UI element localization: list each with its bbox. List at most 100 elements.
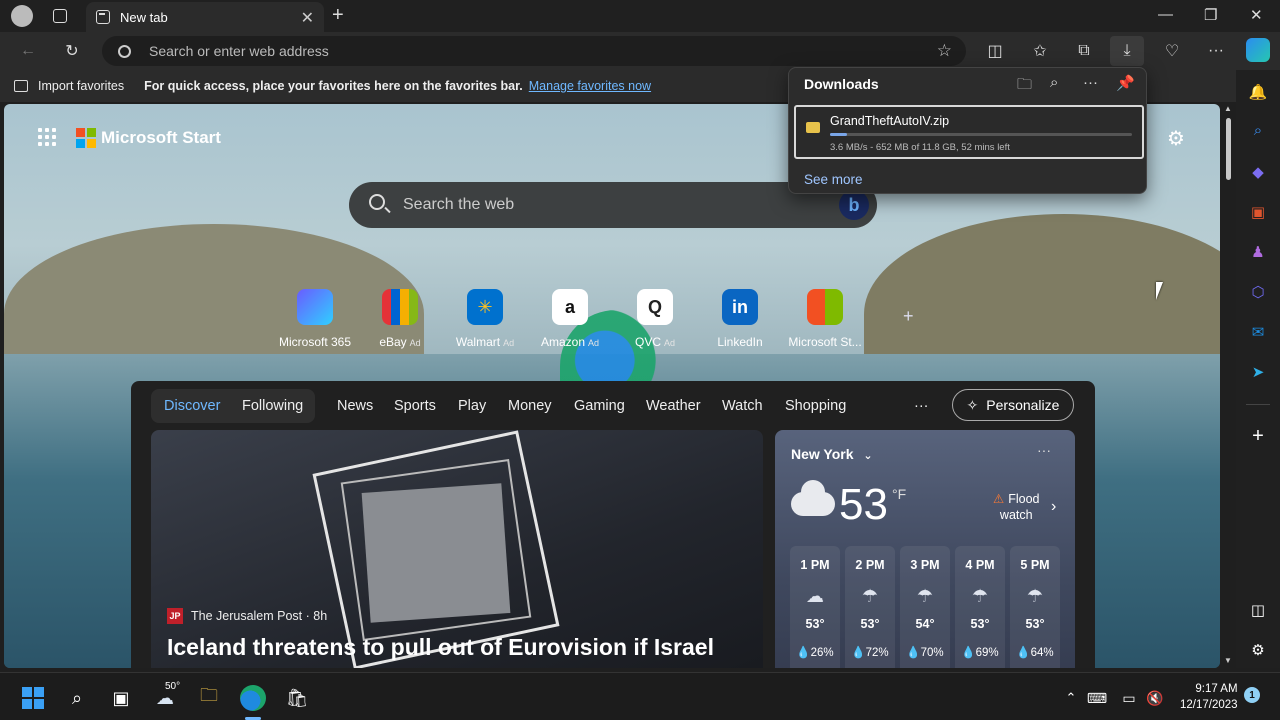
tab-discover[interactable]: Discover: [164, 398, 220, 414]
hourly-forecast-item[interactable]: 1 PM ☁ 53° 💧26%: [790, 546, 840, 668]
hourly-forecast-item[interactable]: 4 PM ☂ 53° 💧69%: [955, 546, 1005, 668]
page-settings-icon[interactable]: ⚙: [1167, 126, 1185, 151]
mouse-cursor: [1156, 282, 1163, 300]
taskbar-clock[interactable]: 9:17 AM 12/17/2023: [1180, 681, 1238, 713]
browser-essentials-icon[interactable]: ♡: [1161, 40, 1183, 62]
search-downloads-icon[interactable]: ⌕: [1050, 74, 1058, 91]
microsoft-start-brand[interactable]: Microsoft Start: [101, 128, 221, 148]
refresh-icon[interactable]: ↻: [61, 40, 83, 62]
see-more-link[interactable]: See more: [804, 172, 863, 187]
downloads-title: Downloads: [804, 76, 879, 92]
drop-icon[interactable]: ➤: [1248, 362, 1268, 382]
weather-card[interactable]: New York ⌄ ··· 53 °F ⚠ Flood watch › 1 PM…: [775, 430, 1075, 668]
quick-link-walmart[interactable]: ✳ Walmart Ad: [443, 289, 527, 349]
favorites-icon[interactable]: ✩: [1029, 40, 1051, 62]
tab-watch[interactable]: Watch: [722, 398, 763, 414]
qvc-icon: Q: [637, 289, 673, 325]
scroll-down-icon[interactable]: ▼: [1224, 656, 1232, 665]
scroll-up-icon[interactable]: ▲: [1224, 104, 1232, 113]
app-launcher-icon[interactable]: [38, 128, 56, 146]
file-explorer-icon[interactable]: 🗀: [196, 685, 222, 711]
weather-widget-temp: 50°: [165, 681, 181, 692]
more-options-icon[interactable]: ···: [1083, 74, 1098, 91]
windows-taskbar: ⌕ ▣ ☁ 50° 🗀 🛍 ⌃ ⌨ ▭ 🔇 9:17 AM 12/17/2023…: [0, 672, 1280, 720]
tab-gaming[interactable]: Gaming: [574, 398, 625, 414]
microsoft-store-icon[interactable]: 🛍: [284, 685, 310, 711]
hourly-forecast-item[interactable]: 2 PM ☂ 53° 💧72%: [845, 546, 895, 668]
notifications-icon[interactable]: 🔔: [1248, 82, 1268, 102]
windows-start-icon[interactable]: [20, 685, 46, 711]
download-status: 3.6 MB/s - 652 MB of 11.8 GB, 52 mins le…: [830, 142, 1010, 153]
pin-icon[interactable]: 📌: [1116, 74, 1135, 92]
add-sidebar-app-icon[interactable]: +: [1248, 425, 1268, 447]
weather-city[interactable]: New York ⌄: [791, 446, 873, 462]
tab-sports[interactable]: Sports: [394, 398, 436, 414]
quick-link-label: Microsoft St...: [788, 335, 862, 349]
tab-play[interactable]: Play: [458, 398, 486, 414]
games-icon[interactable]: ♟: [1248, 242, 1268, 262]
volume-muted-icon[interactable]: 🔇: [1142, 685, 1168, 711]
restore-button[interactable]: ❐: [1204, 6, 1217, 24]
edge-browser-icon[interactable]: [240, 685, 266, 711]
search-icon[interactable]: ⌕: [64, 685, 90, 711]
tab-weather[interactable]: Weather: [646, 398, 701, 414]
tab-news[interactable]: News: [337, 398, 373, 414]
shopping-icon[interactable]: ◆: [1248, 162, 1268, 182]
weather-alert[interactable]: ⚠ Flood watch: [993, 491, 1040, 523]
minimize-button[interactable]: —: [1158, 6, 1173, 23]
quick-link-linkedin[interactable]: in LinkedIn: [698, 289, 782, 349]
copilot-icon[interactable]: [1246, 38, 1270, 62]
open-folder-icon[interactable]: 🗀: [1017, 74, 1032, 99]
settings-more-icon[interactable]: ···: [1205, 40, 1227, 62]
tab-actions-icon[interactable]: [53, 9, 67, 23]
tab-shopping[interactable]: Shopping: [785, 398, 846, 414]
outlook-icon[interactable]: ✉: [1248, 322, 1268, 342]
story-headline[interactable]: Iceland threatens to pull out of Eurovis…: [167, 634, 714, 661]
scrollbar-thumb[interactable]: [1226, 118, 1231, 180]
search-icon: [369, 194, 385, 210]
manage-favorites-link[interactable]: Manage favorites now: [529, 79, 651, 93]
tab-new-tab[interactable]: New tab ✕: [86, 2, 324, 32]
weather-more-icon[interactable]: ···: [1037, 442, 1051, 458]
back-icon[interactable]: ←: [17, 40, 39, 62]
split-screen-icon[interactable]: ◫: [984, 40, 1006, 62]
quick-link-microsoft-store[interactable]: Microsoft St...: [783, 289, 867, 349]
download-filename[interactable]: GrandTheftAutoIV.zip: [830, 114, 949, 128]
tab-following[interactable]: Following: [242, 398, 303, 414]
downloads-icon[interactable]: ⤓: [1110, 36, 1144, 66]
bing-icon[interactable]: b: [839, 190, 869, 220]
microsoft-365-icon[interactable]: ⬡: [1248, 282, 1268, 302]
import-favorites-button[interactable]: Import favorites: [14, 79, 124, 93]
quick-link-amazon[interactable]: a Amazon Ad: [528, 289, 612, 349]
address-bar[interactable]: Search or enter web address ☆: [102, 36, 966, 66]
hide-sidebar-icon[interactable]: ◫: [1248, 600, 1268, 620]
chevron-right-icon[interactable]: ›: [1051, 498, 1056, 516]
quick-link-microsoft-365[interactable]: Microsoft 365: [273, 289, 357, 349]
profile-avatar[interactable]: [11, 5, 33, 27]
page-scrollbar[interactable]: ▲ ▼: [1224, 104, 1234, 668]
new-tab-button[interactable]: +: [332, 4, 344, 27]
quick-link-qvc[interactable]: Q QVC Ad: [613, 289, 697, 349]
notification-badge[interactable]: 1: [1244, 687, 1260, 703]
chevron-up-icon[interactable]: ⌃: [1058, 685, 1084, 711]
sidebar-settings-icon[interactable]: ⚙: [1248, 640, 1268, 660]
tab-money[interactable]: Money: [508, 398, 552, 414]
tools-icon[interactable]: ▣: [1248, 202, 1268, 222]
hourly-forecast-item[interactable]: 5 PM ☂ 53° 💧64%: [1010, 546, 1060, 668]
quick-link-ebay[interactable]: eBay Ad: [358, 289, 442, 349]
story-publisher[interactable]: JP The Jerusalem Post · 8h: [167, 608, 327, 624]
collections-icon[interactable]: ⧉: [1073, 40, 1095, 62]
network-icon[interactable]: ▭: [1116, 685, 1142, 711]
keyboard-icon[interactable]: ⌨: [1084, 685, 1110, 711]
feed-more-icon[interactable]: ···: [914, 398, 929, 414]
hourly-forecast-item[interactable]: 3 PM ☂ 54° 💧70%: [900, 546, 950, 668]
download-item[interactable]: GrandTheftAutoIV.zip 3.6 MB/s - 652 MB o…: [794, 105, 1144, 159]
personalize-button[interactable]: ✧ Personalize: [952, 389, 1074, 421]
top-story-card[interactable]: JP The Jerusalem Post · 8h Iceland threa…: [151, 430, 763, 668]
task-view-icon[interactable]: ▣: [108, 685, 134, 711]
search-icon[interactable]: ⌕: [1248, 120, 1268, 140]
close-tab-icon[interactable]: ✕: [301, 8, 314, 28]
close-window-button[interactable]: ✕: [1250, 6, 1263, 24]
favorite-star-icon[interactable]: ☆: [937, 41, 952, 61]
add-quick-link-icon[interactable]: +: [903, 306, 914, 327]
